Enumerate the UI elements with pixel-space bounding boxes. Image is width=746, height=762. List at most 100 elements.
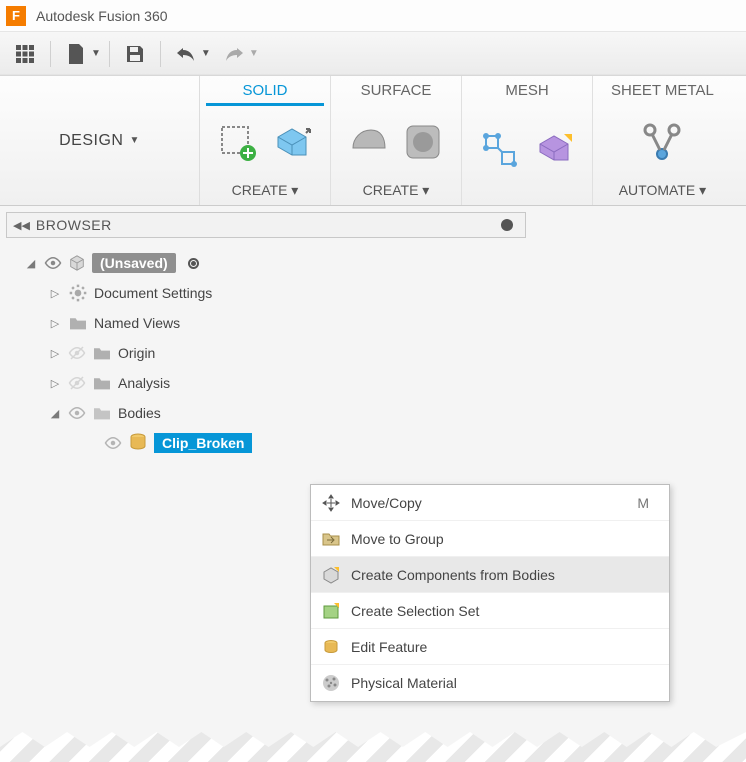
tab-tools xyxy=(337,103,455,180)
expand-icon[interactable]: ▷ xyxy=(48,317,62,330)
ctx-label: Edit Feature xyxy=(351,639,659,655)
move-icon xyxy=(321,493,341,513)
mesh-tool-1-icon[interactable] xyxy=(476,126,524,174)
browser-panel: ◀◀ BROWSER ◢ (Unsaved) ▷ xyxy=(0,206,746,464)
visibility-icon[interactable] xyxy=(104,434,122,452)
new-file-dropdown[interactable]: ▼ xyxy=(91,48,101,59)
visibility-icon[interactable] xyxy=(68,404,86,422)
tab-footer[interactable]: AUTOMATE ▾ xyxy=(599,180,726,201)
chevron-down-icon: ▼ xyxy=(129,135,139,146)
surface-tool-2-icon[interactable] xyxy=(399,118,447,166)
tab-solid[interactable]: SOLID CREATE ▾ xyxy=(200,76,331,205)
tree-node-analysis[interactable]: ▷ Analysis xyxy=(48,368,526,398)
sheet-metal-tool-icon[interactable] xyxy=(638,118,686,166)
ctx-label: Move/Copy xyxy=(351,495,627,511)
tab-label: SOLID xyxy=(206,76,324,106)
expand-icon[interactable]: ◢ xyxy=(48,407,62,420)
new-file-icon[interactable] xyxy=(59,38,93,70)
options-icon[interactable] xyxy=(501,219,513,231)
separator xyxy=(109,41,110,67)
folder-icon xyxy=(92,405,112,421)
gear-icon xyxy=(68,283,88,303)
surface-tool-1-icon[interactable] xyxy=(345,118,393,166)
ctx-label: Create Selection Set xyxy=(351,603,659,619)
separator xyxy=(160,41,161,67)
tree-node-origin[interactable]: ▷ Origin xyxy=(48,338,526,368)
context-menu: Move/Copy M Move to Group Create Compone… xyxy=(310,484,670,702)
root-text: (Unsaved) xyxy=(100,255,168,271)
torn-edge xyxy=(0,732,746,762)
folder-icon xyxy=(68,315,88,331)
expand-icon[interactable]: ▷ xyxy=(48,377,62,390)
tab-mesh[interactable]: MESH xyxy=(462,76,593,205)
ctx-shortcut: M xyxy=(637,495,659,511)
tab-tools xyxy=(468,103,586,197)
tab-surface[interactable]: SURFACE CREATE ▾ xyxy=(331,76,462,205)
tab-tools xyxy=(599,103,726,180)
tab-footer[interactable]: CREATE ▾ xyxy=(337,180,455,201)
ctx-move-copy[interactable]: Move/Copy M xyxy=(311,485,669,521)
visibility-hidden-icon[interactable] xyxy=(68,344,86,362)
ctx-create-selection-set[interactable]: Create Selection Set xyxy=(311,593,669,629)
browser-header[interactable]: ◀◀ BROWSER xyxy=(6,212,526,238)
root-label: (Unsaved) xyxy=(92,253,176,273)
node-label: Bodies xyxy=(118,405,161,421)
app-title: Autodesk Fusion 360 xyxy=(36,8,168,24)
workspace-label: DESIGN xyxy=(59,132,123,150)
tree-node-document-settings[interactable]: ▷ Document Settings xyxy=(48,278,526,308)
quick-access-toolbar: ▼ ▼ ▼ xyxy=(0,32,746,76)
ribbon: DESIGN ▼ SOLID CREATE ▾ SURFACE xyxy=(0,76,746,206)
tab-sheet-metal[interactable]: SHEET METAL AUTOMATE ▾ xyxy=(593,76,732,205)
ctx-physical-material[interactable]: Physical Material xyxy=(311,665,669,701)
folder-icon xyxy=(92,345,112,361)
expand-icon[interactable]: ▷ xyxy=(48,347,62,360)
body-icon xyxy=(128,432,148,455)
folder-move-icon xyxy=(321,529,341,549)
tab-footer xyxy=(468,197,586,201)
sketch-icon[interactable] xyxy=(214,119,262,167)
undo-icon[interactable] xyxy=(169,38,203,70)
tree-node-body[interactable]: Clip_Broken xyxy=(104,428,526,458)
node-label: Origin xyxy=(118,345,155,361)
collapse-icon[interactable]: ◀◀ xyxy=(13,219,30,232)
redo-dropdown[interactable]: ▼ xyxy=(249,48,259,59)
ctx-label: Physical Material xyxy=(351,675,659,691)
tree-node-named-views[interactable]: ▷ Named Views xyxy=(48,308,526,338)
body-text: Clip_Broken xyxy=(162,435,244,451)
tab-label: SURFACE xyxy=(337,76,455,103)
material-icon xyxy=(321,673,341,693)
active-component-radio[interactable] xyxy=(188,258,199,269)
ctx-label: Move to Group xyxy=(351,531,659,547)
grid-icon[interactable] xyxy=(8,38,42,70)
body-label-selected: Clip_Broken xyxy=(154,433,252,453)
ribbon-tabs: SOLID CREATE ▾ SURFACE xyxy=(200,76,746,205)
save-icon[interactable] xyxy=(118,38,152,70)
extrude-icon[interactable] xyxy=(268,119,316,167)
tab-label: MESH xyxy=(468,76,586,103)
edit-feature-icon xyxy=(321,637,341,657)
node-label: Analysis xyxy=(118,375,170,391)
separator xyxy=(50,41,51,67)
node-label: Document Settings xyxy=(94,285,212,301)
mesh-tool-2-icon[interactable] xyxy=(530,126,578,174)
browser-title: BROWSER xyxy=(36,217,501,233)
expand-icon[interactable]: ▷ xyxy=(48,287,62,300)
expand-icon[interactable]: ◢ xyxy=(24,257,38,270)
ctx-move-to-group[interactable]: Move to Group xyxy=(311,521,669,557)
redo-icon[interactable] xyxy=(217,38,251,70)
visibility-hidden-icon[interactable] xyxy=(68,374,86,392)
tab-tools xyxy=(206,105,324,180)
visibility-icon[interactable] xyxy=(44,254,62,272)
tab-footer[interactable]: CREATE ▾ xyxy=(206,180,324,201)
ctx-label: Create Components from Bodies xyxy=(351,567,659,583)
ctx-create-components-from-bodies[interactable]: Create Components from Bodies xyxy=(311,557,669,593)
selection-set-icon xyxy=(321,601,341,621)
ctx-edit-feature[interactable]: Edit Feature xyxy=(311,629,669,665)
tab-label: SHEET METAL xyxy=(599,76,726,103)
tree-root[interactable]: ◢ (Unsaved) xyxy=(24,248,526,278)
tree-node-bodies[interactable]: ◢ Bodies xyxy=(48,398,526,428)
folder-icon xyxy=(92,375,112,391)
workspace-switcher[interactable]: DESIGN ▼ xyxy=(0,76,200,205)
undo-dropdown[interactable]: ▼ xyxy=(201,48,211,59)
app-icon: F xyxy=(6,6,26,26)
